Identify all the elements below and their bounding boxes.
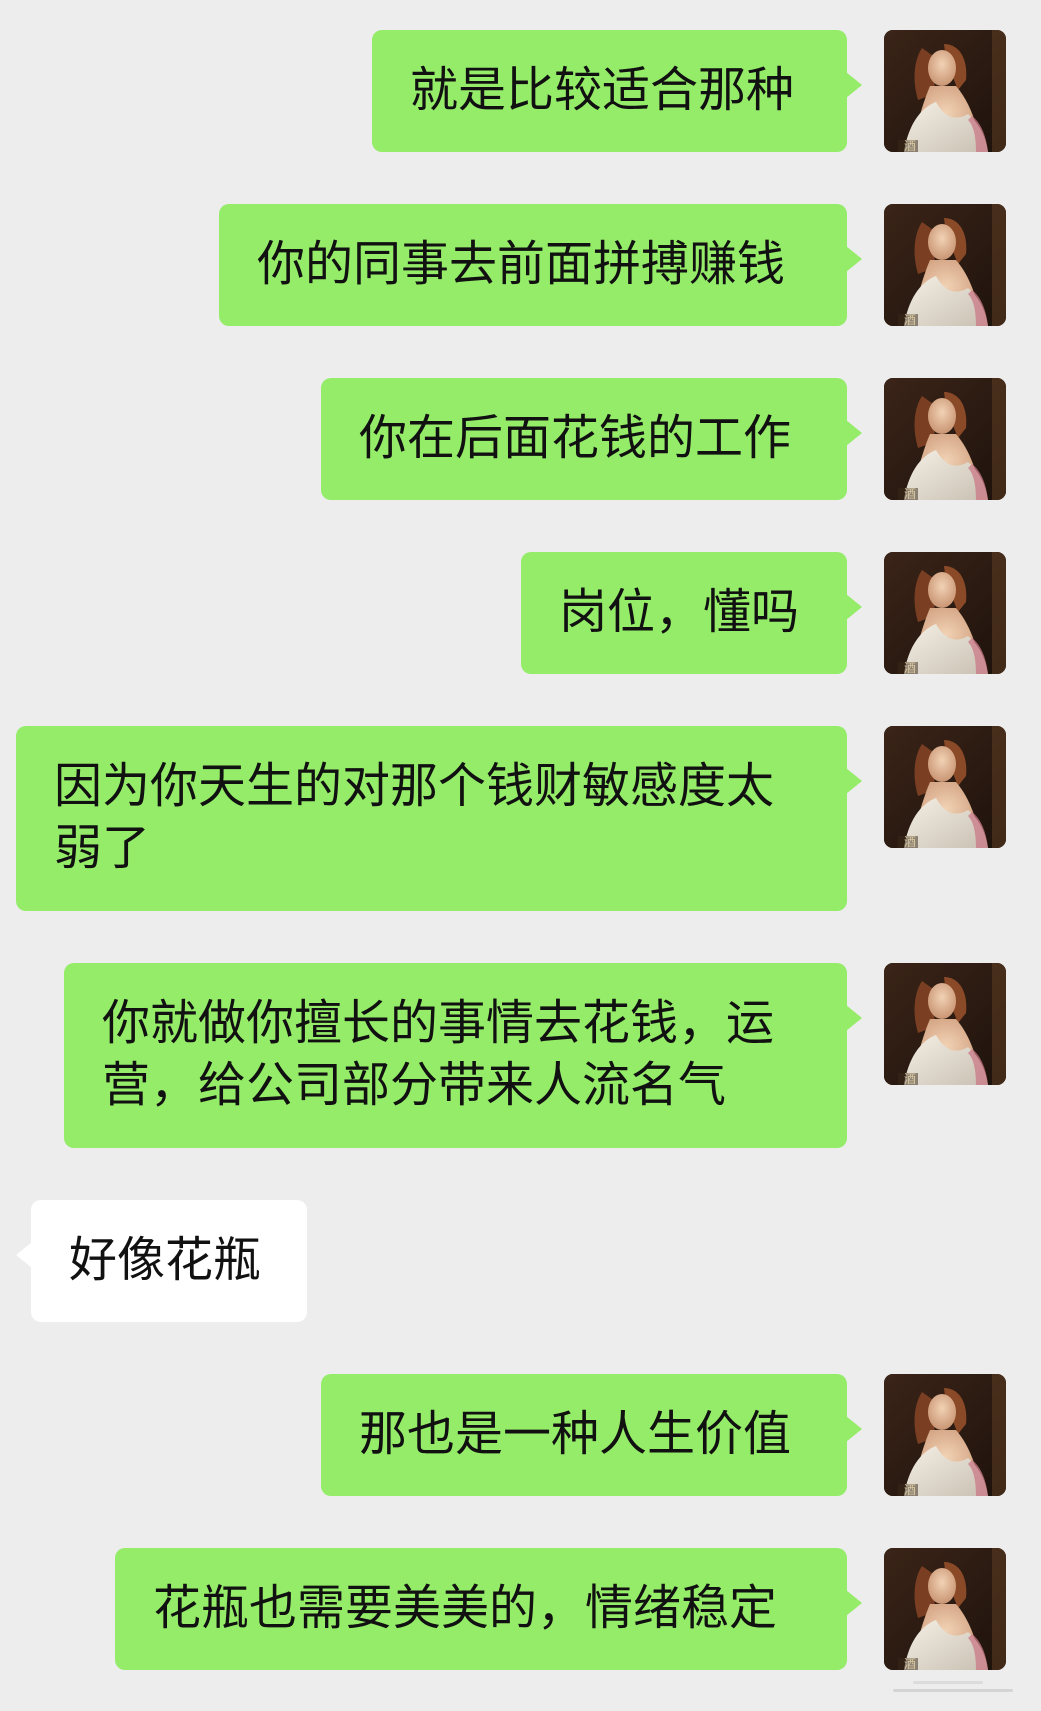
chat-area: 就是比较适合那种 你的同事去前面拼搏赚钱 你在后面花钱的工作 岗位，懂吗 因为你… <box>0 0 1041 1711</box>
avatar[interactable] <box>884 1548 1006 1670</box>
message-row: 好像花瓶 <box>0 1200 1041 1322</box>
message-text: 你的同事去前面拼搏赚钱 <box>257 236 786 292</box>
portrait-avatar-icon <box>884 1374 1006 1496</box>
avatar[interactable] <box>884 204 1006 326</box>
incoming-message-bubble[interactable]: 好像花瓶 <box>16 1200 307 1322</box>
portrait-avatar-icon <box>884 378 1006 500</box>
outgoing-message-bubble[interactable]: 那也是一种人生价值 <box>321 1374 862 1496</box>
portrait-avatar-icon <box>884 1548 1006 1670</box>
portrait-avatar-icon <box>884 963 1006 1085</box>
message-text: 好像花瓶 <box>69 1232 262 1288</box>
avatar[interactable] <box>884 726 1006 848</box>
message-row: 花瓶也需要美美的，情绪稳定 <box>0 1548 1041 1670</box>
avatar[interactable] <box>884 1374 1006 1496</box>
portrait-avatar-icon <box>884 204 1006 326</box>
portrait-avatar-icon <box>884 552 1006 674</box>
message-text: 因为你天生的对那个钱财敏感度太弱了 <box>54 758 775 876</box>
outgoing-message-bubble[interactable]: 就是比较适合那种 <box>372 30 862 152</box>
message-row: 你的同事去前面拼搏赚钱 <box>0 204 1041 326</box>
outgoing-message-bubble[interactable]: 你的同事去前面拼搏赚钱 <box>219 204 862 326</box>
outgoing-message-bubble[interactable]: 花瓶也需要美美的，情绪稳定 <box>115 1548 862 1670</box>
watermark-icon <box>893 1681 1013 1692</box>
avatar[interactable] <box>884 963 1006 1085</box>
outgoing-message-bubble[interactable]: 因为你天生的对那个钱财敏感度太弱了 <box>16 726 862 911</box>
message-row: 因为你天生的对那个钱财敏感度太弱了 <box>0 726 1041 911</box>
avatar[interactable] <box>884 30 1006 152</box>
portrait-avatar-icon <box>884 30 1006 152</box>
message-row: 就是比较适合那种 <box>0 30 1041 152</box>
message-text: 就是比较适合那种 <box>410 62 795 118</box>
message-text: 岗位，懂吗 <box>559 584 800 640</box>
message-row: 你就做你擅长的事情去花钱，运营，给公司部分带来人流名气 <box>0 963 1041 1148</box>
message-text: 那也是一种人生价值 <box>359 1406 792 1462</box>
message-row: 你在后面花钱的工作 <box>0 378 1041 500</box>
avatar[interactable] <box>884 378 1006 500</box>
message-text: 花瓶也需要美美的，情绪稳定 <box>153 1580 778 1636</box>
avatar[interactable] <box>884 552 1006 674</box>
message-row: 岗位，懂吗 <box>0 552 1041 674</box>
message-row: 那也是一种人生价值 <box>0 1374 1041 1496</box>
outgoing-message-bubble[interactable]: 你在后面花钱的工作 <box>321 378 862 500</box>
portrait-avatar-icon <box>884 726 1006 848</box>
message-text: 你在后面花钱的工作 <box>359 410 792 466</box>
outgoing-message-bubble[interactable]: 岗位，懂吗 <box>521 552 862 674</box>
outgoing-message-bubble[interactable]: 你就做你擅长的事情去花钱，运营，给公司部分带来人流名气 <box>64 963 862 1148</box>
message-text: 你就做你擅长的事情去花钱，运营，给公司部分带来人流名气 <box>102 995 775 1113</box>
